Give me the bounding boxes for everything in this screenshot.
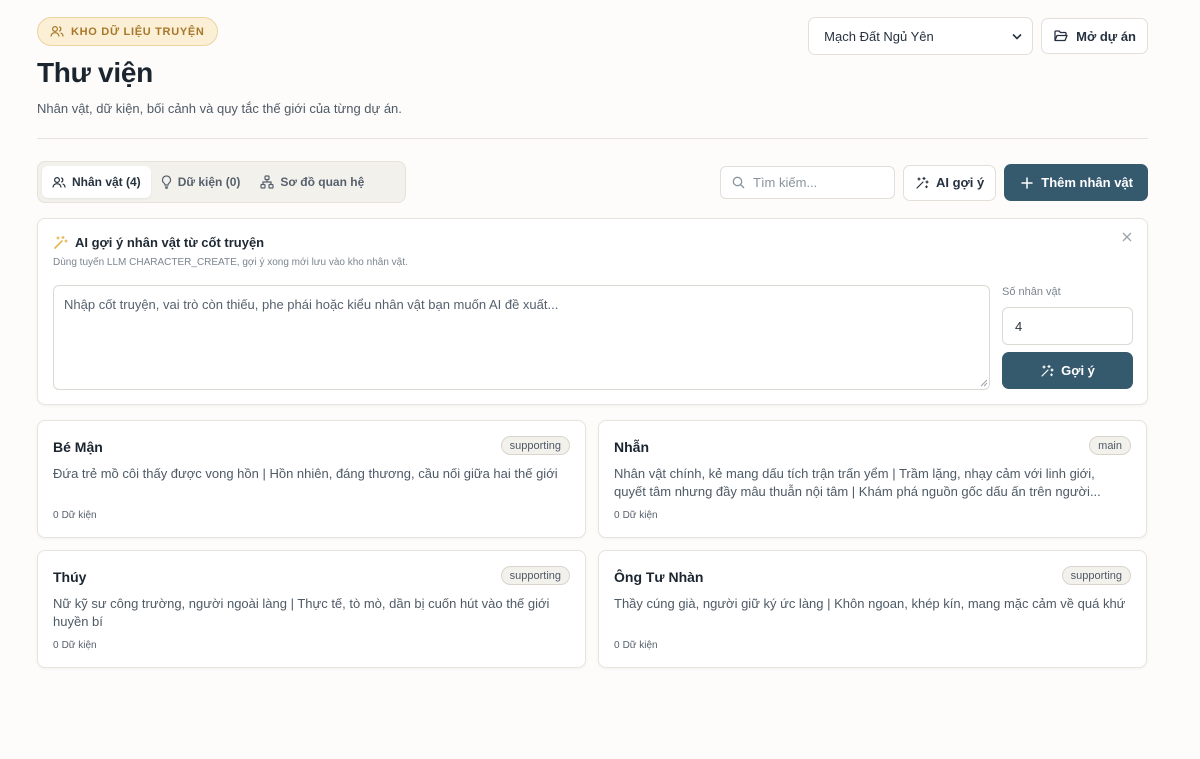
search-input[interactable] [753,175,883,190]
project-select-value: Mạch Đất Ngủ Yên [824,28,934,44]
facts-count: 0 Dữ kiện [53,510,97,521]
sparkles-icon [1040,364,1054,378]
character-card[interactable]: Ông Tư Nhàn supporting Thầy cúng già, ng… [598,550,1147,668]
character-name: Ông Tư Nhàn [614,569,704,585]
character-description: Đứa trẻ mồ côi thấy được vong hồn | Hồn … [53,466,558,481]
character-name: Bé Mận [53,439,103,455]
facts-count: 0 Dữ kiện [614,510,658,521]
close-icon[interactable] [1122,232,1132,242]
ai-panel-title: AI gợi ý nhân vật từ cốt truyện [75,235,265,250]
project-select[interactable]: Mạch Đất Ngủ Yên [808,17,1034,55]
character-description: Thầy cúng già, người giữ ký ức làng | Kh… [614,596,1126,611]
tab-label: Sơ đồ quan hệ [280,175,365,189]
character-card[interactable]: Nhẫn main Nhân vật chính, kẻ mang dấu tí… [598,420,1147,538]
character-count-label: Số nhân vật [1002,286,1061,298]
magic-wand-icon [53,235,68,250]
chevron-down-icon [1012,33,1022,40]
page-title: Thư viện [37,57,153,88]
facts-count-label: Dữ kiện [61,640,97,651]
section-badge: KHO DỮ LIỆU TRUYỆN [37,17,218,46]
character-description: Nữ kỹ sư công trường, người ngoài làng |… [53,596,550,629]
open-project-label: Mở dự án [1076,28,1136,44]
network-icon [260,175,274,189]
role-badge: main [1089,436,1131,455]
page-subtitle: Nhân vật, dữ kiện, bối cảnh và quy tắc t… [37,101,402,116]
ai-suggest-label: AI gợi ý [936,175,985,190]
open-project-button[interactable]: Mở dự án [1041,18,1148,54]
character-description: Nhân vật chính, kẻ mang dấu tích trận tr… [614,466,1101,499]
tab-facts[interactable]: Dữ kiện (0) [151,166,251,198]
role-badge: supporting [500,436,570,455]
header-divider [37,138,1148,139]
facts-count-label: Dữ kiện [622,510,658,521]
tab-relationship-map[interactable]: Sơ đồ quan hệ [250,166,374,198]
add-character-button[interactable]: Thêm nhân vật [1004,164,1148,201]
lightbulb-icon [161,175,172,189]
suggest-button-label: Gợi ý [1061,363,1095,378]
plus-icon [1021,176,1033,189]
ai-suggest-button[interactable]: AI gợi ý [903,164,997,201]
sparkles-icon [915,176,929,190]
tab-bar: Nhân vật (4) Dữ kiện (0) Sơ đồ quan hệ [37,161,406,203]
facts-count-label: Dữ kiện [61,510,97,521]
facts-count-label: Dữ kiện [622,640,658,651]
users-icon [52,176,66,189]
ai-panel-description: Dùng tuyến LLM CHARACTER_CREATE, gợi ý x… [53,257,408,268]
users-icon [50,25,64,38]
folder-open-icon [1054,30,1068,42]
facts-count-value: 0 [614,640,620,651]
facts-count-value: 0 [53,640,59,651]
search-box[interactable] [720,166,895,199]
role-badge: supporting [1061,566,1131,585]
character-card[interactable]: Bé Mận supporting Đứa trẻ mồ côi thấy đư… [37,420,586,538]
character-name: Nhẫn [614,439,649,455]
facts-count-value: 0 [53,510,59,521]
character-count-input[interactable] [1002,307,1133,345]
facts-count: 0 Dữ kiện [614,640,658,651]
tab-label: Nhân vật (4) [72,175,141,189]
section-badge-label: KHO DỮ LIỆU TRUYỆN [71,25,205,38]
resize-grip-icon[interactable] [980,379,988,387]
search-icon [732,176,745,189]
tab-characters[interactable]: Nhân vật (4) [42,166,151,198]
character-name: Thúy [53,569,87,585]
tab-label: Dữ kiện (0) [177,175,241,189]
facts-count: 0 Dữ kiện [53,640,97,651]
ai-suggest-panel: AI gợi ý nhân vật từ cốt truyện Dùng tuy… [37,218,1148,405]
role-badge: supporting [500,566,570,585]
suggest-button[interactable]: Gợi ý [1002,352,1133,389]
facts-count-value: 0 [614,510,620,521]
character-card[interactable]: Thúy supporting Nữ kỹ sư công trường, ng… [37,550,586,668]
add-character-label: Thêm nhân vật [1041,175,1133,190]
story-prompt-textarea[interactable] [53,285,990,390]
